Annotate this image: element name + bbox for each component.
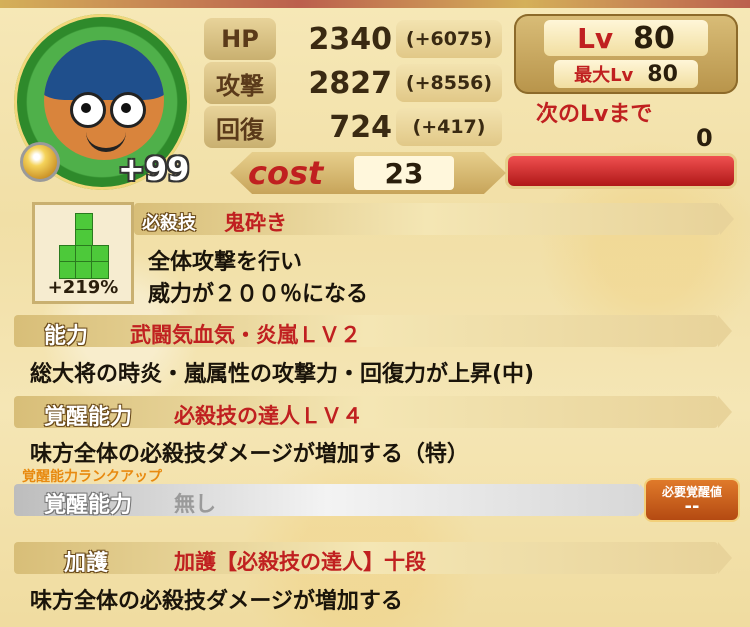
next-level-label: 次のLvまで [536, 102, 653, 127]
stat-recovery: 回復 724 (+417) [204, 106, 502, 148]
stat-hp-label: HP [204, 18, 276, 60]
awakening-rankup-banner: 覚醒能力 無し [14, 484, 654, 518]
level-panel: Lv 80 最大Lv 80 [514, 14, 738, 94]
cost-value: 23 [354, 156, 454, 190]
blessing-desc: 味方全体の必殺技ダメージが増加する [30, 589, 403, 614]
stat-hp-value: 2340 [308, 21, 393, 57]
skill-desc-line1: 全体攻撃を行い [148, 250, 303, 275]
skill-desc-line2: 威力が２００％になる [148, 282, 369, 307]
skill-label: 必殺技 [142, 213, 196, 234]
stat-recovery-label: 回復 [204, 106, 276, 148]
level-value: 80 [633, 20, 675, 56]
ability-desc: 総大将の時炎・嵐属性の攻撃力・回復力が上昇(中) [30, 362, 535, 387]
stat-recovery-bonus: (+417) [396, 108, 502, 146]
awakening-rankup-name: 無し [174, 492, 216, 516]
exp-bar [508, 156, 734, 186]
skill-range-icon: +219% [32, 202, 134, 304]
blessing-label: 加護 [64, 551, 109, 576]
blessing-name: 加護【必殺技の達人】十段 [174, 550, 426, 574]
character-portrait [44, 40, 164, 160]
max-level-value: 80 [647, 61, 678, 87]
top-border [0, 0, 750, 8]
stat-attack-value: 2827 [308, 65, 393, 101]
cost-label: cost [248, 154, 324, 192]
required-awakening-badge: 必要覚醒値 -- [646, 480, 738, 520]
plus-level: +99 [118, 150, 190, 188]
awakening-name: 必殺技の達人ＬＶ４ [174, 404, 363, 428]
cost-panel: cost 23 [230, 152, 506, 194]
stat-attack-label: 攻撃 [204, 62, 276, 104]
ability-banner: 能力 武闘気血気・炎嵐ＬＶ２ [14, 315, 732, 349]
stat-attack-bonus: (+8556) [396, 64, 502, 102]
stat-hp: HP 2340 (+6075) [204, 18, 502, 60]
unit-avatar[interactable]: +99 [14, 14, 190, 190]
awakening-rankup-label: 覚醒能力 [44, 493, 133, 518]
max-level-label: 最大Lv [574, 65, 634, 86]
blessing-banner: 加護 加護【必殺技の達人】十段 [14, 542, 732, 576]
required-awakening-value: -- [684, 496, 700, 517]
awakening-label: 覚醒能力 [44, 405, 133, 430]
stat-recovery-value: 724 [329, 109, 392, 145]
ability-name: 武闘気血気・炎嵐ＬＶ２ [130, 323, 361, 347]
skill-banner: 必殺技 鬼砕き [134, 203, 734, 235]
awakening-banner: 覚醒能力 必殺技の達人ＬＶ４ [14, 396, 732, 430]
ability-label: 能力 [44, 324, 89, 349]
next-level-value: 0 [696, 124, 713, 152]
awakening-rankup-title: 覚醒能力ランクアップ [22, 469, 162, 485]
skill-power-pct: +219% [47, 277, 119, 298]
element-orb-icon [20, 142, 60, 182]
awakening-desc: 味方全体の必殺技ダメージが増加する（特） [30, 442, 469, 467]
level-label: Lv [577, 21, 614, 55]
stat-attack: 攻撃 2827 (+8556) [204, 62, 502, 104]
stat-hp-bonus: (+6075) [396, 20, 502, 58]
skill-name: 鬼砕き [224, 211, 287, 235]
